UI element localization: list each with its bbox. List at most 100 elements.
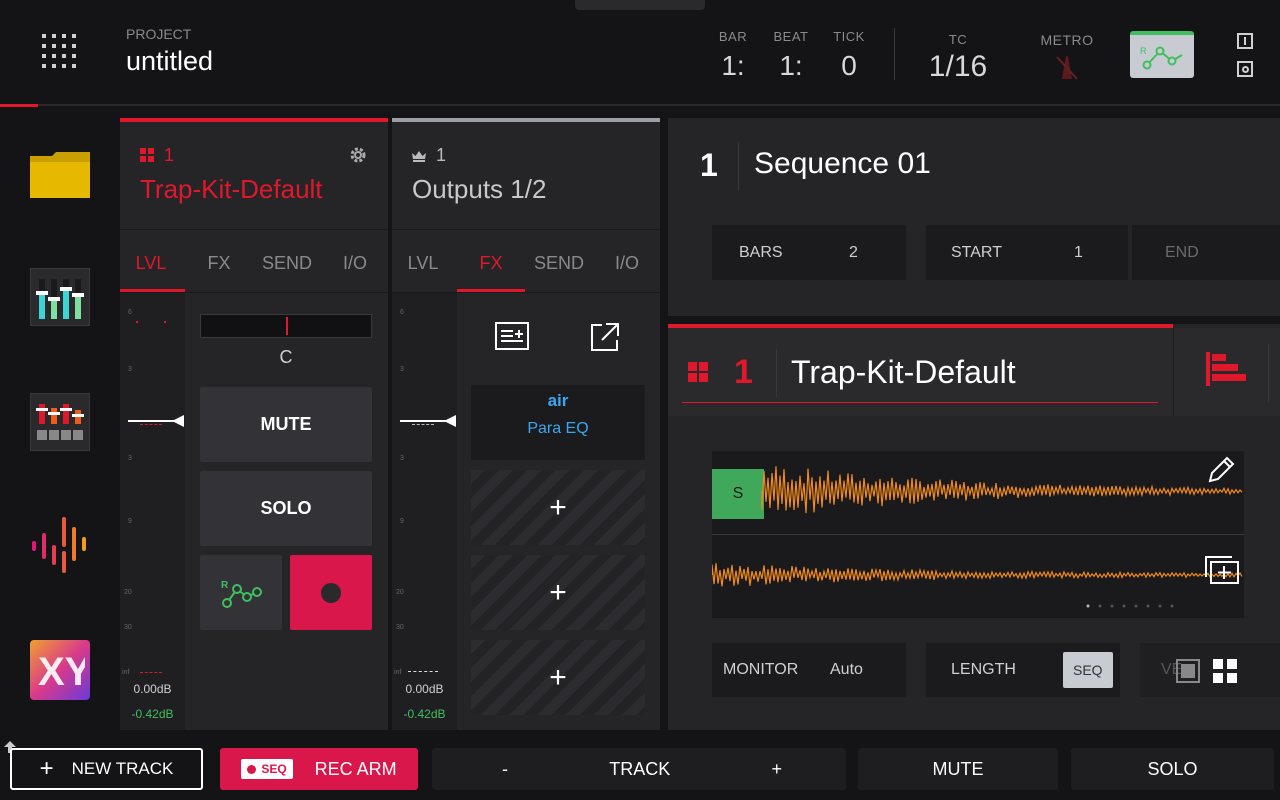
header-progress [0, 104, 38, 107]
sequence-panel: 1 Sequence 01 BARS 2 START 1 END [668, 118, 1280, 316]
add-layer-icon[interactable] [1204, 555, 1240, 585]
bars-value: 2 [849, 243, 858, 261]
select-icon[interactable] [1176, 659, 1200, 683]
rec-arm-label: REC ARM [314, 758, 397, 779]
solo-button[interactable]: SOLO [200, 471, 372, 546]
solo-button[interactable]: SOLO [1071, 748, 1274, 790]
level-meter[interactable]: 6 3 3 9 20 30 inf 0.00dB -0.42dB [120, 293, 185, 730]
automation-read-button[interactable]: R [200, 555, 282, 630]
tab-fx[interactable]: FX [188, 253, 250, 274]
end-field[interactable]: END [1132, 225, 1280, 280]
xy-fx-icon[interactable]: XY [30, 640, 90, 700]
fx-slot-para-eq[interactable]: air Para EQ [471, 385, 645, 460]
bottom-bar: + NEW TRACK SEQ REC ARM - TRACK + MUTE S… [0, 736, 1280, 800]
track-next-button[interactable]: + [771, 759, 782, 780]
divider [738, 143, 739, 191]
fx-slot-empty[interactable]: + [471, 470, 645, 545]
waveform-view[interactable]: S [712, 451, 1244, 618]
waveform [712, 466, 1243, 608]
monitor-field[interactable]: MONITOR Auto [712, 643, 906, 697]
svg-text:R: R [221, 580, 229, 591]
record-arm-button[interactable] [290, 555, 372, 630]
fx-list-icon[interactable] [495, 322, 529, 350]
tab-io[interactable]: I/O [324, 253, 386, 274]
mode-sidebar: XY [0, 110, 120, 730]
panel-top-border [392, 118, 660, 122]
record-dot-icon [321, 582, 341, 603]
meter-peak-mark [164, 321, 166, 323]
track-name[interactable]: Trap-Kit-Default [140, 174, 323, 205]
project-name[interactable]: untitled [126, 46, 213, 77]
tc-value[interactable]: 1/16 [918, 50, 998, 84]
metronome-off-icon[interactable] [1054, 53, 1080, 81]
start-value: 1 [1074, 243, 1083, 261]
tab-separator [392, 229, 660, 230]
bars-field[interactable]: BARS 2 [712, 225, 906, 280]
rec-arm-button[interactable]: SEQ REC ARM [220, 748, 418, 790]
length-field[interactable]: LENGTH SEQ [926, 643, 1120, 697]
level-meter[interactable]: 6 3 3 9 20 30 inf 0.00dB -0.42dB [392, 293, 457, 730]
fx-slot-empty[interactable]: + [471, 555, 645, 630]
mute-button[interactable]: MUTE [200, 387, 372, 462]
new-track-label: NEW TRACK [71, 759, 174, 778]
svg-text:XY: XY [38, 650, 85, 693]
sample-edit-icon[interactable] [28, 515, 92, 575]
sequence-name[interactable]: Sequence 01 [754, 147, 931, 181]
pan-slider[interactable] [200, 314, 372, 338]
velocity-field[interactable]: VE [1140, 643, 1280, 697]
divider [776, 349, 777, 397]
track-prev-button[interactable]: - [502, 759, 508, 780]
top-bar: PROJECT untitled BAR 1: BEAT 1: TICK 0 T… [0, 0, 1280, 107]
track-view-icon[interactable] [1206, 352, 1246, 388]
output-name[interactable]: Outputs 1/2 [412, 174, 546, 205]
tab-send[interactable]: SEND [256, 253, 318, 274]
new-track-button[interactable]: + NEW TRACK [10, 748, 203, 790]
length-seq-badge[interactable]: SEQ [1063, 652, 1113, 688]
automation-mode-button[interactable]: R [1130, 31, 1194, 78]
tab-lvl[interactable]: LVL [120, 253, 182, 274]
input-indicator-icon[interactable] [1237, 33, 1253, 49]
tab-separator [120, 229, 388, 230]
tick-label: TICK [833, 29, 865, 44]
settings-gear-icon[interactable] [348, 145, 368, 165]
seq-badge: SEQ [241, 759, 293, 779]
bar-value[interactable]: 1: [703, 50, 763, 82]
tc-label: TC [948, 32, 968, 47]
mixer-icon[interactable] [30, 268, 90, 326]
meter-scale-label: 30 [124, 624, 132, 631]
menu-grid-icon[interactable] [42, 34, 78, 70]
output-indicator-icon[interactable] [1237, 61, 1253, 77]
pencil-edit-icon[interactable] [1206, 455, 1236, 485]
meter-scale-label: 6 [128, 309, 132, 316]
level-db: 0.00dB [133, 682, 172, 696]
tab-lvl[interactable]: LVL [392, 253, 454, 274]
mute-button[interactable]: MUTE [858, 748, 1058, 790]
monitor-value: Auto [830, 661, 863, 678]
meter-scale-label: 6 [400, 309, 404, 316]
tab-send[interactable]: SEND [528, 253, 590, 274]
tab-io[interactable]: I/O [596, 253, 658, 274]
header-divider [1268, 344, 1269, 402]
fx-slot-empty[interactable]: + [471, 640, 645, 715]
track-selector[interactable]: - TRACK + [432, 748, 846, 790]
open-external-icon[interactable] [590, 322, 620, 352]
header-divider [1173, 328, 1174, 416]
peak-db: -0.42dB [403, 707, 446, 721]
track-detail-panel: 1 Trap-Kit-Default S MONITOR Auto LENGTH… [668, 324, 1280, 730]
tick-value[interactable]: 0 [819, 50, 879, 82]
beat-label: BEAT [773, 29, 809, 44]
meter-scale-label: 30 [396, 624, 404, 631]
metro-label: METRO [1040, 32, 1094, 48]
start-field[interactable]: START 1 [926, 225, 1128, 280]
browser-folder-icon[interactable] [30, 150, 90, 200]
length-label: LENGTH [951, 661, 1016, 678]
beat-value[interactable]: 1: [761, 50, 821, 82]
track-name[interactable]: Trap-Kit-Default [791, 354, 1016, 391]
pad-grid-icon[interactable] [1213, 659, 1237, 683]
monitor-label: MONITOR [723, 661, 799, 678]
track-mixer-icon[interactable] [30, 393, 90, 451]
bar-label: BAR [718, 29, 748, 44]
meter-scale-label: 3 [400, 366, 404, 373]
plugin-name: Para EQ [527, 420, 589, 437]
tab-fx[interactable]: FX [460, 253, 522, 274]
